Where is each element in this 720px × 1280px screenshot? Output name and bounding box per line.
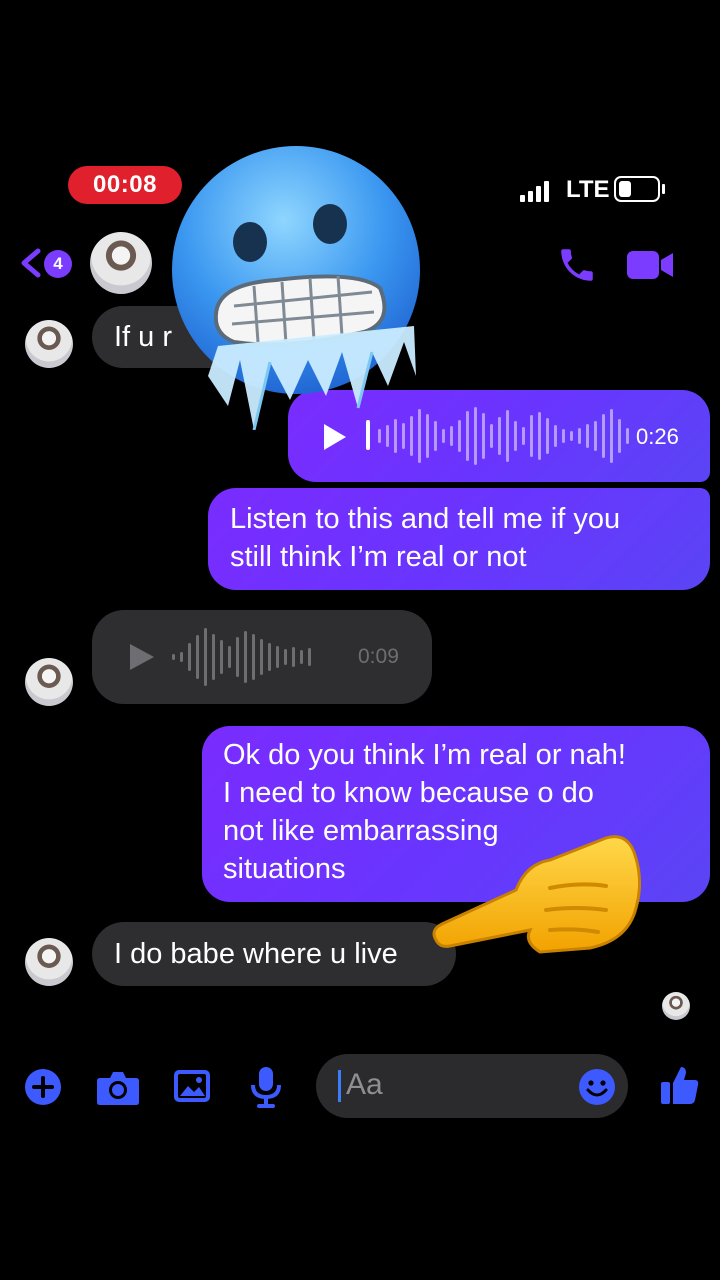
- network-label: LTE: [566, 176, 610, 203]
- waveform-bar: [188, 643, 191, 671]
- play-icon[interactable]: [130, 644, 154, 670]
- waveform-bar: [450, 426, 453, 446]
- microphone-icon[interactable]: [250, 1066, 282, 1108]
- message-line: I need to know because o do: [223, 777, 594, 809]
- thumbs-up-icon[interactable]: [660, 1064, 700, 1106]
- emoji-icon[interactable]: [578, 1068, 616, 1106]
- message-input[interactable]: Aa: [316, 1054, 628, 1118]
- waveform-bar: [482, 413, 485, 459]
- pointing-hand-emoji-sticker: [432, 835, 641, 954]
- waveform-bar: [530, 415, 533, 457]
- waveform-bar: [618, 419, 621, 453]
- waveform-bar: [562, 429, 565, 443]
- waveform-bar: [212, 634, 215, 680]
- waveform-bar: [594, 421, 597, 451]
- waveform-bar: [514, 421, 517, 451]
- message-line: still think I’m real or not: [230, 541, 527, 573]
- audio-waveform: [172, 626, 311, 688]
- message-line: Listen to this and tell me if you: [230, 503, 621, 535]
- waveform-bar: [292, 647, 295, 667]
- message-text: Listen to this and tell me if you still …: [230, 500, 620, 576]
- unread-badge[interactable]: 4: [44, 250, 72, 278]
- waveform-bar: [626, 428, 629, 444]
- waveform-bar: [506, 410, 509, 462]
- waveform-bar: [610, 409, 613, 463]
- waveform-bar: [172, 654, 175, 660]
- waveform-bar: [522, 427, 525, 445]
- waveform-bar: [300, 650, 303, 664]
- waveform-bar: [244, 631, 247, 683]
- waveform-bar: [196, 635, 199, 679]
- waveform-bar: [586, 424, 589, 448]
- sender-avatar: [25, 938, 73, 986]
- waveform-bar: [538, 412, 541, 460]
- seen-avatar: [662, 992, 690, 1020]
- waveform-bar: [546, 418, 549, 454]
- waveform-bar: [260, 639, 263, 675]
- waveform-bar: [490, 424, 493, 448]
- waveform-bar: [252, 634, 255, 680]
- contact-avatar[interactable]: [90, 232, 152, 294]
- waveform-bar: [268, 643, 271, 671]
- waveform-bar: [220, 640, 223, 674]
- waveform-bar: [204, 628, 207, 686]
- waveform-bar: [276, 646, 279, 668]
- video-call-icon[interactable]: [626, 248, 674, 282]
- message-input-placeholder: Aa: [346, 1068, 383, 1101]
- message-bubble-outgoing[interactable]: Listen to this and tell me if you still …: [208, 488, 710, 590]
- plus-icon[interactable]: [24, 1068, 62, 1106]
- audio-duration: 0:09: [358, 645, 399, 668]
- message-bubble-incoming[interactable]: I do babe where u live: [92, 922, 456, 986]
- waveform-bar: [466, 411, 469, 461]
- waveform-bar: [442, 429, 445, 443]
- waveform-bar: [578, 428, 581, 444]
- waveform-bar: [378, 429, 381, 443]
- waveform-bar: [570, 431, 573, 441]
- message-text: I do babe where u live: [114, 938, 398, 970]
- audio-duration: 0:26: [636, 424, 679, 449]
- signal-icon: [520, 180, 549, 202]
- back-chevron-icon[interactable]: [18, 248, 44, 278]
- waveform-bar: [284, 649, 287, 665]
- waveform-bar: [554, 425, 557, 447]
- voice-message-incoming[interactable]: 0:09: [92, 610, 432, 704]
- waveform-bar: [458, 420, 461, 452]
- waveform-bar: [180, 652, 183, 662]
- sender-avatar: [25, 658, 73, 706]
- battery-icon: [614, 176, 660, 202]
- gallery-icon[interactable]: [172, 1068, 212, 1104]
- waveform-bar: [498, 417, 501, 455]
- cold-face-emoji-sticker: [172, 146, 420, 430]
- waveform-bar: [474, 407, 477, 465]
- waveform-bar: [236, 637, 239, 677]
- sender-avatar: [25, 320, 73, 368]
- message-line: Ok do you think I’m real or nah!: [223, 739, 626, 771]
- phone-icon[interactable]: [556, 244, 598, 286]
- waveform-bar: [308, 648, 311, 666]
- text-cursor: [338, 1070, 341, 1102]
- waveform-bar: [602, 414, 605, 458]
- battery-tip: [662, 184, 665, 194]
- waveform-bar: [228, 646, 231, 668]
- camera-icon[interactable]: [96, 1068, 140, 1106]
